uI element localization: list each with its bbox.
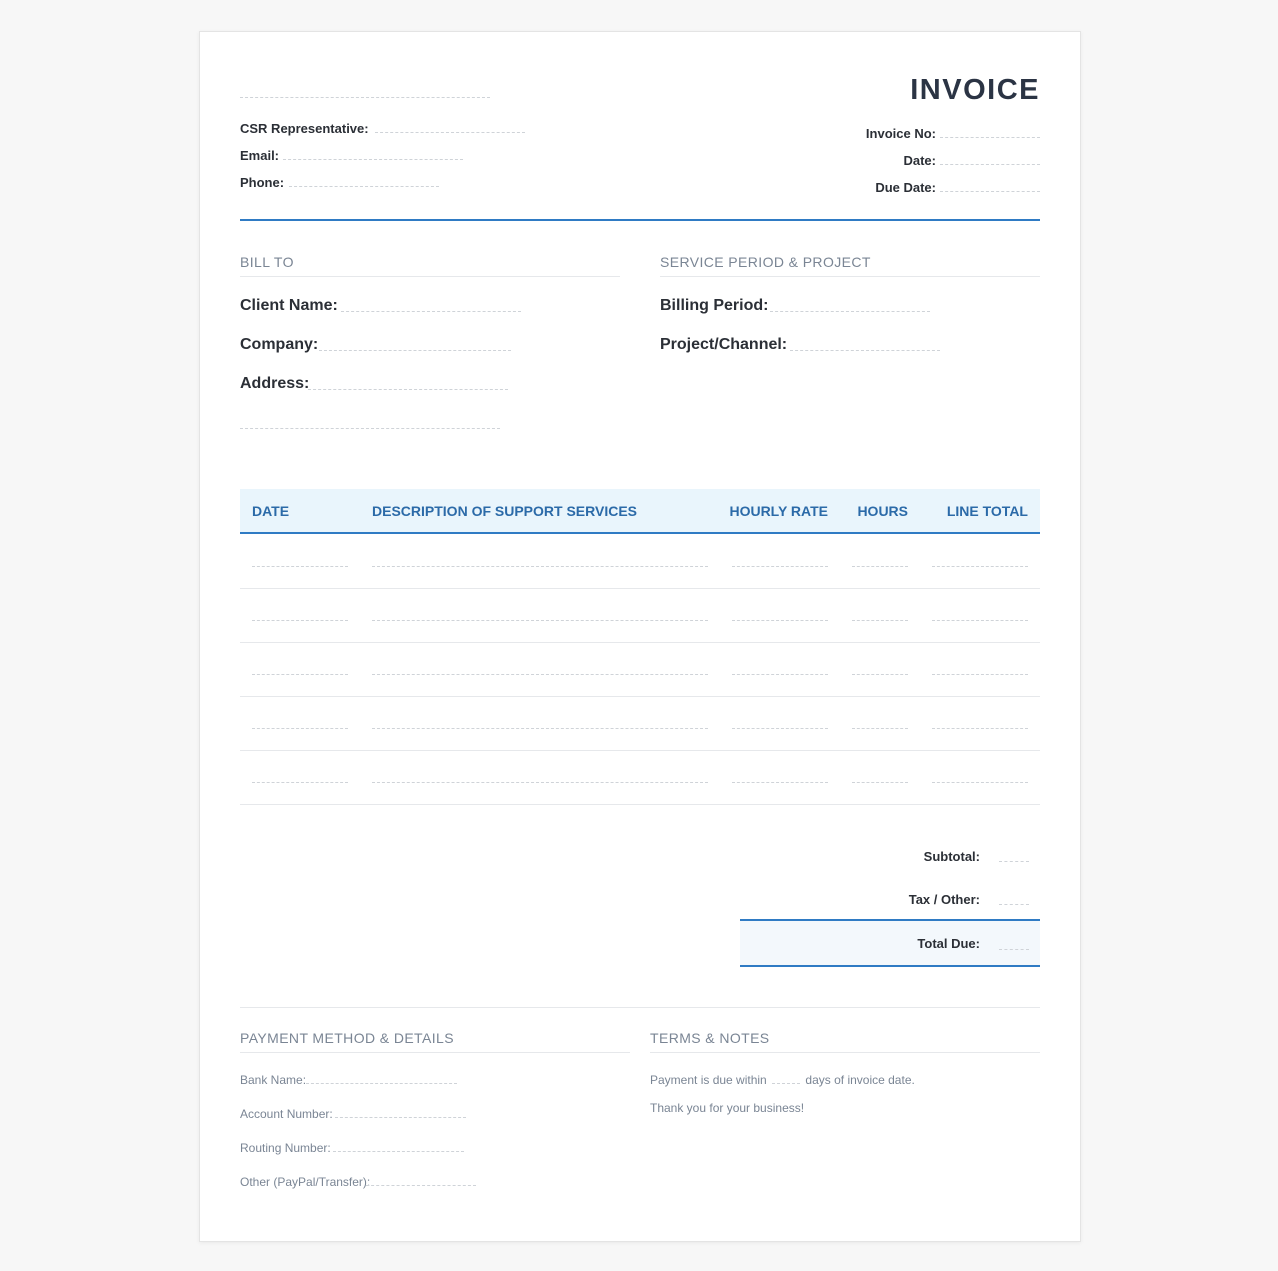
hours-cell[interactable] — [852, 728, 908, 729]
description-cell[interactable] — [372, 620, 708, 621]
tax-field[interactable] — [999, 904, 1029, 905]
date-cell[interactable] — [252, 674, 348, 675]
company-name-field[interactable] — [240, 97, 490, 98]
billing-period-field[interactable] — [770, 311, 930, 312]
bill-to-rule — [240, 276, 620, 277]
table-row — [240, 750, 1040, 805]
date-field[interactable] — [940, 164, 1040, 165]
bill-to-title: BILL TO — [240, 254, 294, 270]
due-date-label: Due Date: — [875, 180, 936, 195]
line-total-cell[interactable] — [932, 782, 1028, 783]
payment-terms-text: Payment is due within days of invoice da… — [650, 1073, 915, 1087]
payment-rule — [240, 1052, 630, 1053]
email-field[interactable] — [283, 159, 463, 160]
account-number-field[interactable] — [335, 1117, 466, 1118]
terms-title: TERMS & NOTES — [650, 1030, 770, 1046]
total-due-box: Total Due: — [740, 919, 1040, 967]
invoice-page: CSR Representative: Email: Phone: INVOIC… — [199, 31, 1081, 1242]
payment-terms-prefix: Payment is due within — [650, 1073, 767, 1087]
table-row — [240, 588, 1040, 643]
column-description: DESCRIPTION OF SUPPORT SERVICES — [372, 503, 638, 519]
line-total-cell[interactable] — [932, 620, 1028, 621]
due-date-field[interactable] — [940, 191, 1040, 192]
service-rule — [660, 276, 1040, 277]
hourly-rate-cell[interactable] — [732, 566, 828, 567]
routing-number-field[interactable] — [333, 1151, 464, 1152]
description-cell[interactable] — [372, 782, 708, 783]
due-days-field[interactable] — [772, 1083, 801, 1084]
routing-number-label: Routing Number: — [240, 1141, 331, 1155]
email-label: Email: — [240, 148, 280, 163]
invoice-no-label: Invoice No: — [865, 126, 936, 141]
address-line-2-field[interactable] — [240, 428, 500, 429]
billing-period-label: Billing Period: — [660, 297, 769, 314]
csr-field[interactable] — [375, 132, 525, 133]
project-channel-label: Project/Channel: — [660, 336, 788, 353]
hourly-rate-cell[interactable] — [732, 620, 828, 621]
tax-label: Tax / Other: — [908, 892, 980, 907]
address-label: Address: — [240, 375, 310, 392]
column-hours: HOURS — [857, 503, 908, 519]
header-divider — [240, 219, 1040, 221]
client-name-field[interactable] — [341, 311, 521, 312]
table-row — [240, 534, 1040, 589]
line-total-cell[interactable] — [932, 674, 1028, 675]
other-payment-label: Other (PayPal/Transfer): — [240, 1175, 371, 1189]
column-line-total: LINE TOTAL — [946, 503, 1028, 519]
line-total-cell[interactable] — [932, 728, 1028, 729]
payment-terms-suffix: days of invoice date. — [805, 1073, 915, 1087]
date-cell[interactable] — [252, 728, 348, 729]
bank-name-field[interactable] — [306, 1083, 457, 1084]
csr-label: CSR Representative: — [240, 121, 369, 136]
table-body — [240, 534, 1040, 805]
column-hourly-rate: HOURLY RATE — [729, 503, 828, 519]
hours-cell[interactable] — [852, 620, 908, 621]
description-cell[interactable] — [372, 674, 708, 675]
invoice-title: INVOICE — [910, 74, 1040, 106]
description-cell[interactable] — [372, 728, 708, 729]
column-date: DATE — [252, 503, 290, 519]
bank-name-label: Bank Name: — [240, 1073, 307, 1087]
company-label: Company: — [240, 336, 319, 353]
hourly-rate-cell[interactable] — [732, 728, 828, 729]
hours-cell[interactable] — [852, 782, 908, 783]
total-due-label: Total Due: — [917, 936, 980, 951]
project-channel-field[interactable] — [790, 350, 940, 351]
hours-cell[interactable] — [852, 674, 908, 675]
account-number-label: Account Number: — [240, 1107, 333, 1121]
thank-you-text: Thank you for your business! — [650, 1101, 805, 1115]
date-label: Date: — [903, 153, 936, 168]
hourly-rate-cell[interactable] — [732, 782, 828, 783]
line-total-cell[interactable] — [932, 566, 1028, 567]
date-cell[interactable] — [252, 566, 348, 567]
service-title: SERVICE PERIOD & PROJECT — [660, 254, 871, 270]
table-row — [240, 642, 1040, 697]
client-name-label: Client Name: — [240, 297, 338, 314]
hourly-rate-cell[interactable] — [732, 674, 828, 675]
date-cell[interactable] — [252, 620, 348, 621]
hours-cell[interactable] — [852, 566, 908, 567]
subtotal-label: Subtotal: — [923, 849, 980, 864]
payment-title: PAYMENT METHOD & DETAILS — [240, 1030, 454, 1046]
subtotal-field[interactable] — [999, 861, 1029, 862]
table-header: DATE DESCRIPTION OF SUPPORT SERVICES HOU… — [240, 489, 1040, 534]
other-payment-field[interactable] — [366, 1185, 476, 1186]
invoice-no-field[interactable] — [940, 137, 1040, 138]
date-cell[interactable] — [252, 782, 348, 783]
company-field[interactable] — [319, 350, 511, 351]
total-due-field[interactable] — [999, 949, 1029, 950]
terms-rule — [650, 1052, 1040, 1053]
address-field[interactable] — [308, 389, 508, 390]
phone-label: Phone: — [240, 175, 285, 190]
description-cell[interactable] — [372, 566, 708, 567]
phone-field[interactable] — [289, 186, 439, 187]
footer-divider — [240, 1007, 1040, 1008]
table-row — [240, 696, 1040, 751]
